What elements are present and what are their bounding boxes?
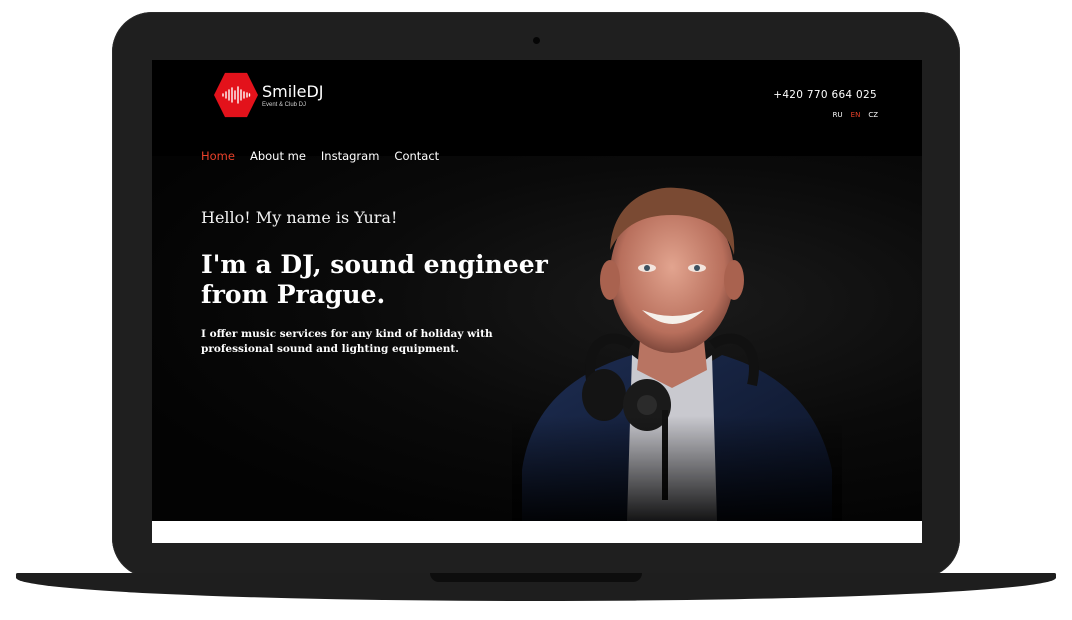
nav-home[interactable]: Home <box>201 149 235 163</box>
nav-contact[interactable]: Contact <box>394 149 439 163</box>
brand-name: SmileDJ <box>262 81 324 101</box>
brand-tagline: Event & Club DJ <box>262 101 307 108</box>
page-section-strip <box>152 521 922 543</box>
site-logo[interactable]: SmileDJ Event & Club DJ <box>214 72 324 118</box>
main-nav: Home About me Instagram Contact <box>201 149 439 163</box>
website-screen: SmileDJ Event & Club DJ +420 770 664 025… <box>152 60 922 543</box>
language-switcher: RU EN CZ <box>833 111 878 119</box>
lang-ru[interactable]: RU <box>833 111 843 119</box>
hero-headline: I'm a DJ, sound engineer from Prague. <box>201 250 548 309</box>
laptop-base-notch <box>430 573 642 582</box>
nav-about-me[interactable]: About me <box>250 149 306 163</box>
hero-description: I offer music services for any kind of h… <box>201 328 493 355</box>
lang-en[interactable]: EN <box>851 111 861 119</box>
lang-cz[interactable]: CZ <box>868 111 878 119</box>
webcam <box>533 37 540 44</box>
phone-number[interactable]: +420 770 664 025 <box>773 89 877 101</box>
soundwave-icon <box>222 86 251 104</box>
nav-instagram[interactable]: Instagram <box>321 149 380 163</box>
logo-badge <box>214 72 258 118</box>
dj-portrait <box>512 170 842 521</box>
hero-greeting: Hello! My name is Yura! <box>201 208 398 227</box>
